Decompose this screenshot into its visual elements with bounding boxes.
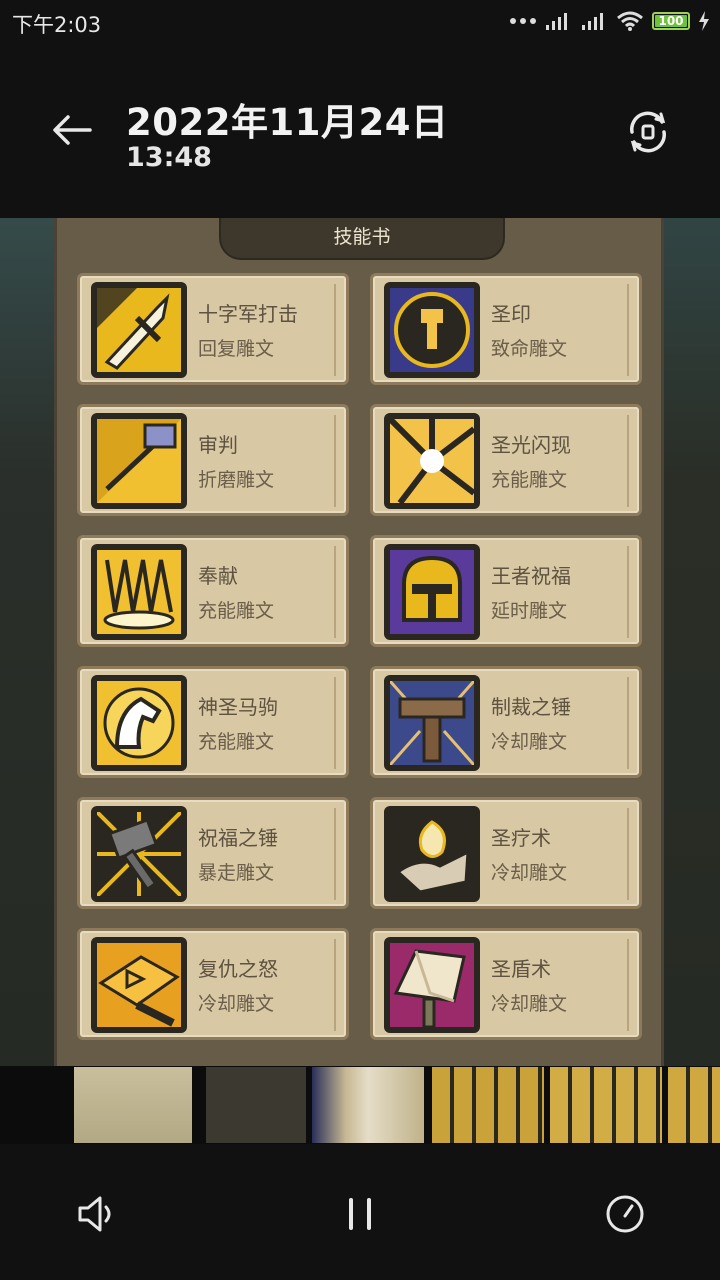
panel-title: 技能书: [219, 218, 505, 260]
holy-flash-icon: [384, 413, 480, 509]
background-game-scene-left: [0, 218, 54, 1066]
skill-rune: 延时雕文: [491, 600, 568, 622]
skill-card-holy-flash[interactable]: 圣光闪现 充能雕文: [370, 404, 642, 516]
lay-on-hands-icon: [384, 806, 480, 902]
skill-card-consecration[interactable]: 奉献 充能雕文: [77, 535, 349, 647]
filmstrip-frame[interactable]: [668, 1067, 720, 1143]
holy-seal-icon: [384, 282, 480, 378]
skill-card-lay-on-hands[interactable]: 圣疗术 冷却雕文: [370, 797, 642, 909]
skill-rune: 充能雕文: [491, 469, 568, 491]
more-dots-icon: [510, 18, 536, 24]
speaker-icon[interactable]: [74, 1192, 118, 1236]
divine-shield-icon: [384, 937, 480, 1033]
judgement-icon: [91, 413, 187, 509]
photo-time: 13:48: [126, 142, 212, 173]
filmstrip-frame[interactable]: [206, 1067, 306, 1143]
filmstrip-frame[interactable]: [74, 1067, 192, 1143]
skill-rune: 致命雕文: [491, 338, 568, 360]
filmstrip-frame[interactable]: [432, 1067, 544, 1143]
skill-name: 祝福之锤: [198, 826, 278, 850]
battery-level: 100: [658, 14, 684, 28]
skill-name: 圣光闪现: [491, 433, 571, 457]
skill-name: 十字军打击: [198, 302, 298, 326]
skill-rune: 冷却雕文: [491, 862, 568, 884]
skill-name: 圣印: [491, 302, 531, 326]
skill-rune: 折磨雕文: [198, 469, 275, 491]
skill-card-hammer-of-justice[interactable]: 制裁之锤 冷却雕文: [370, 666, 642, 778]
skill-card-avenging-wrath[interactable]: 复仇之怒 冷却雕文: [77, 928, 349, 1040]
signal-icon: [582, 13, 603, 30]
skill-card-blessing-of-kings[interactable]: 王者祝福 延时雕文: [370, 535, 642, 647]
skill-rune: 冷却雕文: [491, 731, 568, 753]
sword-strike-icon: [91, 282, 187, 378]
skill-rune: 暴走雕文: [198, 862, 275, 884]
signal-icon: [546, 13, 567, 30]
skill-card-judgement[interactable]: 审判 折磨雕文: [77, 404, 349, 516]
photo-date: 2022年11月24日: [126, 101, 449, 144]
skill-card-blessed-hammer[interactable]: 祝福之锤 暴走雕文: [77, 797, 349, 909]
skill-name: 圣盾术: [491, 957, 551, 981]
status-time: 下午2:03: [12, 13, 102, 37]
status-icons: 100: [510, 10, 710, 32]
status-bar: 下午2:03 100: [0, 0, 720, 44]
skill-name: 神圣马驹: [198, 695, 278, 719]
skill-name: 制裁之锤: [491, 695, 571, 719]
viewer-header: 2022年11月24日 13:48: [0, 44, 720, 218]
skill-name: 复仇之怒: [198, 957, 278, 981]
skill-card-holy-steed[interactable]: 神圣马驹 充能雕文: [77, 666, 349, 778]
skill-rune: 回复雕文: [198, 338, 275, 360]
pause-icon[interactable]: [338, 1192, 382, 1236]
rotate-icon[interactable]: [622, 106, 674, 158]
background-game-scene-right: [662, 218, 720, 1066]
skill-name: 奉献: [198, 564, 238, 588]
back-arrow-icon[interactable]: [48, 106, 96, 154]
skill-rune: 冷却雕文: [198, 993, 275, 1015]
skill-card-divine-shield[interactable]: 圣盾术 冷却雕文: [370, 928, 642, 1040]
avenging-wrath-icon: [91, 937, 187, 1033]
speed-gauge-icon[interactable]: [603, 1192, 647, 1236]
filmstrip-frame[interactable]: [550, 1067, 662, 1143]
blessed-hammer-icon: [91, 806, 187, 902]
skill-rune: 冷却雕文: [491, 993, 568, 1015]
skill-name: 王者祝福: [491, 564, 571, 588]
video-filmstrip[interactable]: [0, 1066, 720, 1144]
battery-icon: 100: [652, 12, 690, 30]
skill-rune: 充能雕文: [198, 731, 275, 753]
hammer-of-justice-icon: [384, 675, 480, 771]
wifi-icon: [617, 11, 643, 31]
skill-card-holy-seal[interactable]: 圣印 致命雕文: [370, 273, 642, 385]
skill-name: 审判: [198, 433, 238, 457]
playback-controls: [0, 1160, 720, 1270]
charging-icon: [699, 11, 709, 31]
consecration-crown-icon: [91, 544, 187, 640]
holy-steed-icon: [91, 675, 187, 771]
skill-card-crusader-strike[interactable]: 十字军打击 回复雕文: [77, 273, 349, 385]
skill-rune: 充能雕文: [198, 600, 275, 622]
filmstrip-frame[interactable]: [312, 1067, 424, 1143]
skill-name: 圣疗术: [491, 826, 551, 850]
kings-helmet-icon: [384, 544, 480, 640]
image-viewer[interactable]: 技能书 十字军打击 回复雕文 圣印 致命雕文 审判 折磨雕文 圣光闪现 充能雕文…: [0, 218, 720, 1066]
